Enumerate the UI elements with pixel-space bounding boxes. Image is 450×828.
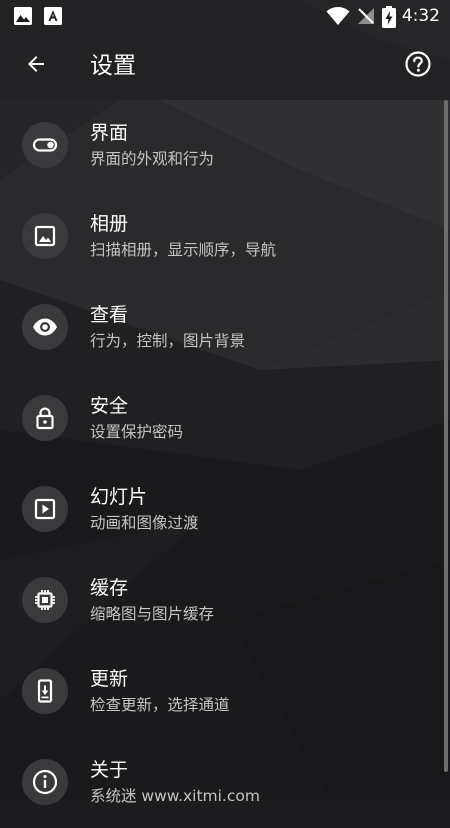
settings-item-title: 查看 <box>90 304 129 326</box>
image-icon <box>22 213 68 259</box>
settings-item-subtitle: 缩略图与图片缓存 <box>90 605 215 623</box>
wifi-icon <box>326 6 350 30</box>
settings-item-subtitle: 界面的外观和行为 <box>90 150 215 168</box>
battery-charging-icon <box>382 6 396 32</box>
scrollbar[interactable] <box>444 100 448 772</box>
settings-item-title: 缓存 <box>90 577 129 599</box>
toggle-icon <box>22 122 68 168</box>
settings-item-slideshow[interactable]: 幻灯片 动画和图像过渡 <box>0 464 450 555</box>
settings-item-cache[interactable]: 缓存 缩略图与图片缓存 <box>0 555 450 646</box>
back-button[interactable] <box>14 44 58 88</box>
app-bar: 设置 <box>0 32 450 100</box>
settings-item-title: 安全 <box>90 395 129 417</box>
help-icon <box>404 50 432 82</box>
settings-item-subtitle: 动画和图像过渡 <box>90 514 199 532</box>
settings-list: 界面 界面的外观和行为 相册 扫描相册，显示顺序，导航 查看 行为，控制，图片背… <box>0 100 450 828</box>
status-bar: 4:32 <box>0 0 450 32</box>
status-time: 4:32 <box>401 6 440 26</box>
text-icon <box>44 7 62 25</box>
help-button[interactable] <box>396 44 440 88</box>
settings-item-title: 幻灯片 <box>90 486 148 508</box>
settings-item-title: 更新 <box>90 668 129 690</box>
settings-item-subtitle: 设置保护密码 <box>90 423 184 441</box>
settings-item-subtitle: 扫描相册，显示顺序，导航 <box>90 241 277 259</box>
settings-item-title: 相册 <box>90 213 129 235</box>
settings-item-title: 界面 <box>90 122 129 144</box>
settings-item-viewer[interactable]: 查看 行为，控制，图片背景 <box>0 282 450 373</box>
settings-item-security[interactable]: 安全 设置保护密码 <box>0 373 450 464</box>
settings-item-update[interactable]: 更新 检查更新，选择通道 <box>0 646 450 737</box>
settings-item-about[interactable]: 关于 系统迷 www.xitmi.com <box>0 737 450 828</box>
slideshow-icon <box>22 486 68 532</box>
image-icon <box>14 7 32 25</box>
eye-icon <box>22 304 68 350</box>
arrow-back-icon <box>24 52 48 80</box>
page-title: 设置 <box>90 53 136 79</box>
settings-item-subtitle: 行为，控制，图片背景 <box>90 332 246 350</box>
phone-download-icon <box>22 668 68 714</box>
settings-item-title: 关于 <box>90 759 129 781</box>
lock-icon <box>22 395 68 441</box>
chip-icon <box>22 577 68 623</box>
settings-item-subtitle: 系统迷 www.xitmi.com <box>90 787 260 805</box>
cellular-no-signal-icon <box>356 6 376 30</box>
settings-item-subtitle: 检查更新，选择通道 <box>90 696 230 714</box>
settings-item-albums[interactable]: 相册 扫描相册，显示顺序，导航 <box>0 191 450 282</box>
info-icon <box>22 759 68 805</box>
settings-item-interface[interactable]: 界面 界面的外观和行为 <box>0 100 450 191</box>
